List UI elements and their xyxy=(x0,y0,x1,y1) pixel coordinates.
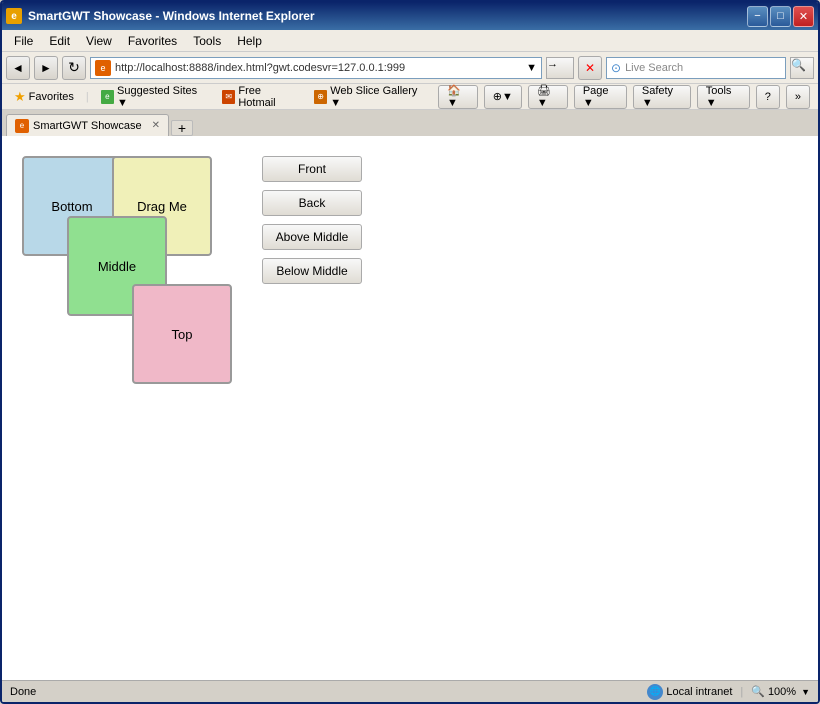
url-text: http://localhost:8888/index.html?gwt.cod… xyxy=(115,62,405,74)
suggested-label: Suggested Sites ▼ xyxy=(117,85,206,109)
address-input[interactable]: e http://localhost:8888/index.html?gwt.c… xyxy=(90,57,542,79)
free-hotmail[interactable]: ✉ Free Hotmail xyxy=(218,83,302,111)
below-middle-button[interactable]: Below Middle xyxy=(262,258,362,284)
star-icon: ★ xyxy=(14,89,26,105)
new-tab-button[interactable]: + xyxy=(171,120,193,136)
main-content: Bottom Drag Me Middle Top Front Back Abo… xyxy=(2,136,818,702)
status-right: 🌐 Local intranet | 🔍 100% ▼ xyxy=(647,684,810,700)
zone-indicator: 🌐 Local intranet xyxy=(647,684,732,700)
zoom-dropdown-arrow: ▼ xyxy=(801,687,810,697)
menu-bar: File Edit View Favorites Tools Help xyxy=(2,30,818,52)
status-label: Done xyxy=(10,686,36,698)
menu-edit[interactable]: Edit xyxy=(41,32,78,50)
suggested-icon: e xyxy=(101,90,114,104)
menu-favorites[interactable]: Favorites xyxy=(120,32,185,50)
tab-close-icon[interactable]: ✕ xyxy=(152,120,160,131)
browser-window: e SmartGWT Showcase - Windows Internet E… xyxy=(0,0,820,704)
status-text: Done xyxy=(10,686,647,698)
menu-help[interactable]: Help xyxy=(229,32,270,50)
search-placeholder: Live Search xyxy=(625,62,683,74)
top-box[interactable]: Top xyxy=(132,284,232,384)
bottom-box-label: Bottom xyxy=(51,199,92,214)
demo-area: Bottom Drag Me Middle Top Front Back Abo… xyxy=(2,136,818,702)
web-slice-gallery[interactable]: ⊕ Web Slice Gallery ▼ xyxy=(310,83,430,111)
middle-box-label: Middle xyxy=(98,259,136,274)
drag-me-box-label: Drag Me xyxy=(137,199,187,214)
title-bar-buttons: − □ ✕ xyxy=(747,6,814,27)
stop-button[interactable]: ✕ xyxy=(578,56,602,80)
go-button[interactable]: → xyxy=(546,57,574,79)
page-button[interactable]: Page ▼ xyxy=(574,85,627,109)
page-icon: e xyxy=(95,60,111,76)
zoom-icon: 🔍 xyxy=(751,685,765,698)
front-button[interactable]: Front xyxy=(262,156,362,182)
refresh-button[interactable]: ↻ xyxy=(62,56,86,80)
close-button[interactable]: ✕ xyxy=(793,6,814,27)
safety-button[interactable]: Safety ▼ xyxy=(633,85,691,109)
forward-button[interactable]: ► xyxy=(34,56,58,80)
minimize-button[interactable]: − xyxy=(747,6,768,27)
tab-icon: e xyxy=(15,119,29,133)
tab-bar: e SmartGWT Showcase ✕ + xyxy=(2,110,818,136)
favorites-label: Favorites xyxy=(29,91,74,103)
top-box-label: Top xyxy=(172,327,193,342)
back-button[interactable]: ◄ xyxy=(6,56,30,80)
active-tab[interactable]: e SmartGWT Showcase ✕ xyxy=(6,114,169,136)
hotmail-label: Free Hotmail xyxy=(238,85,298,109)
favorites-button[interactable]: ★ Favorites xyxy=(10,87,78,107)
more-button[interactable]: » xyxy=(786,85,810,109)
back-button-demo[interactable]: Back xyxy=(262,190,362,216)
webslice-label: Web Slice Gallery ▼ xyxy=(330,85,426,109)
tab-label: SmartGWT Showcase xyxy=(33,120,142,132)
address-bar: ◄ ► ↻ e http://localhost:8888/index.html… xyxy=(2,52,818,84)
maximize-button[interactable]: □ xyxy=(770,6,791,27)
menu-view[interactable]: View xyxy=(78,32,120,50)
print-button[interactable]: 🖨▼ xyxy=(528,85,568,109)
above-middle-button[interactable]: Above Middle xyxy=(262,224,362,250)
zone-label: Local intranet xyxy=(666,686,732,698)
title-bar: e SmartGWT Showcase - Windows Internet E… xyxy=(2,2,818,30)
menu-tools[interactable]: Tools xyxy=(185,32,229,50)
favorites-bar: ★ Favorites | e Suggested Sites ▼ ✉ Free… xyxy=(2,84,818,110)
menu-file[interactable]: File xyxy=(6,32,41,50)
home-button[interactable]: 🏠▼ xyxy=(438,85,478,109)
tools-button[interactable]: Tools ▼ xyxy=(697,85,750,109)
toolbar-right: 🏠▼ ⊕▼ 🖨▼ Page ▼ Safety ▼ Tools ▼ ? » xyxy=(438,85,810,109)
title-bar-left: e SmartGWT Showcase - Windows Internet E… xyxy=(6,8,315,24)
search-button[interactable]: 🔍 xyxy=(790,57,814,79)
ie-icon: e xyxy=(6,8,22,24)
zoom-label: 100% xyxy=(768,686,796,698)
hotmail-icon: ✉ xyxy=(222,90,235,104)
status-bar: Done 🌐 Local intranet | 🔍 100% ▼ xyxy=(2,680,818,702)
search-box[interactable]: ⊙ Live Search xyxy=(606,57,786,79)
zoom-indicator[interactable]: 🔍 100% ▼ xyxy=(751,685,810,698)
help-button[interactable]: ? xyxy=(756,85,780,109)
window-title: SmartGWT Showcase - Windows Internet Exp… xyxy=(28,9,315,23)
webslice-icon: ⊕ xyxy=(314,90,327,104)
globe-icon: 🌐 xyxy=(647,684,663,700)
suggested-sites[interactable]: e Suggested Sites ▼ xyxy=(97,83,210,111)
rss-button[interactable]: ⊕▼ xyxy=(484,85,522,109)
buttons-panel: Front Back Above Middle Below Middle xyxy=(262,156,362,284)
